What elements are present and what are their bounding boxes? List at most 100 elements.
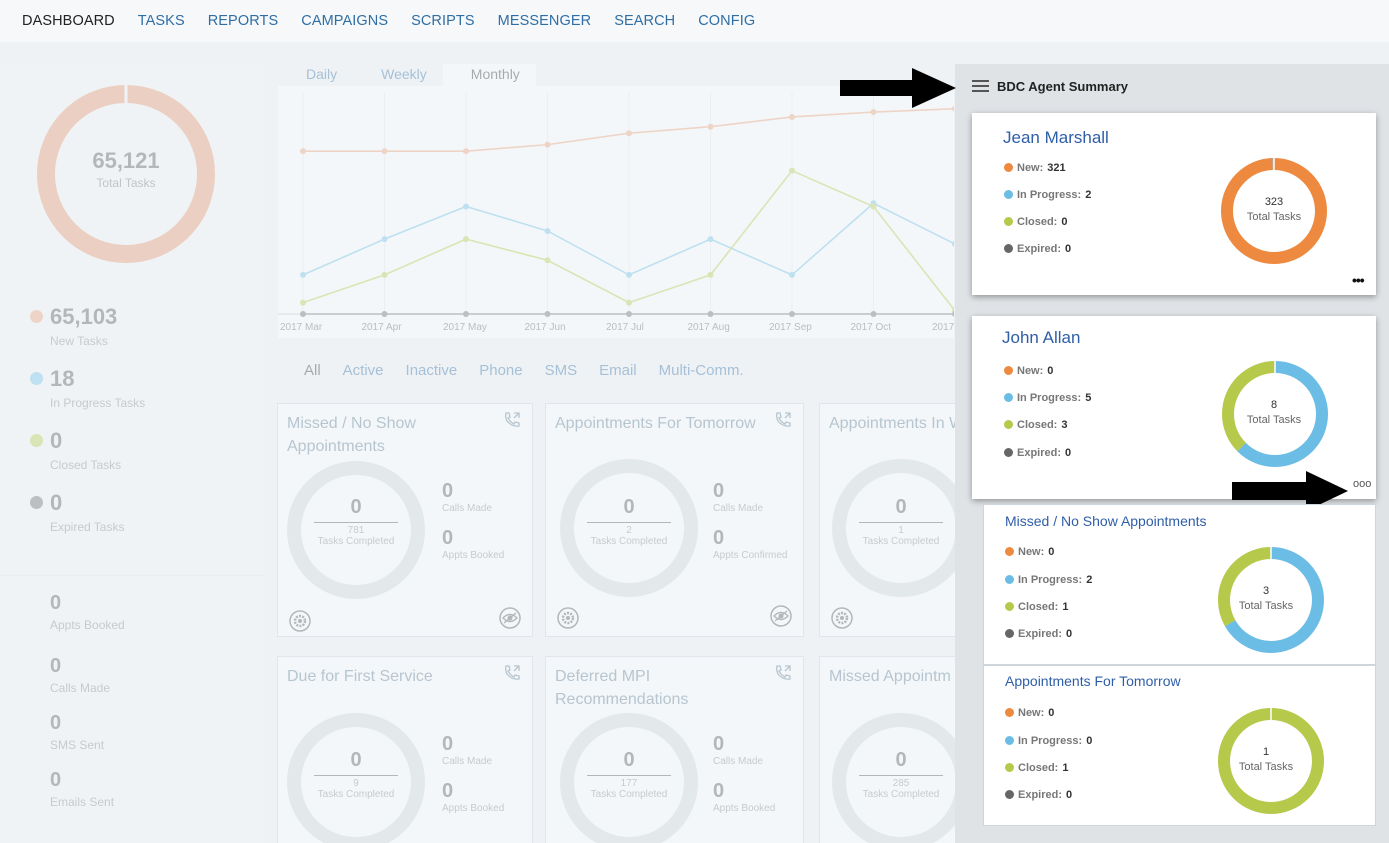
filter-inactive[interactable]: Inactive bbox=[406, 362, 458, 379]
stat-value: 0 bbox=[50, 712, 62, 734]
campaign-progress-row: In Progress: 0 bbox=[1005, 735, 1092, 747]
campaign-card[interactable]: Missed / No Show Appointments 0 781 Task… bbox=[277, 403, 533, 637]
card-title: Missed / No Show Appointments bbox=[287, 415, 416, 455]
donut-center: 8 Total Tasks bbox=[1219, 398, 1329, 428]
card-center: 0 9 Tasks Completed bbox=[314, 749, 398, 800]
filter-all[interactable]: All bbox=[304, 362, 321, 379]
card-completed-label: Tasks Completed bbox=[317, 536, 395, 547]
donut-label: Total Tasks bbox=[1238, 761, 1294, 773]
phone-icon[interactable] bbox=[502, 663, 522, 683]
card-total: 9 bbox=[353, 778, 359, 789]
nav-config[interactable]: CONFIG bbox=[698, 13, 755, 29]
stat-label: Calls Made bbox=[50, 681, 111, 695]
campaign-expired-row: Expired: 0 bbox=[1005, 789, 1072, 801]
filter-sms[interactable]: SMS bbox=[545, 362, 578, 379]
card-metric: 0 Appts Confirmed bbox=[713, 527, 788, 561]
total-tasks-value: 65,121 bbox=[92, 148, 160, 173]
donut-center: 3 Total Tasks bbox=[1211, 584, 1321, 614]
phone-icon[interactable] bbox=[502, 410, 522, 430]
nav-tasks[interactable]: TASKS bbox=[138, 13, 185, 29]
arrow-annotation-icon bbox=[840, 68, 956, 108]
phone-icon[interactable] bbox=[773, 410, 793, 430]
eye-icon[interactable] bbox=[498, 606, 522, 630]
nav-scripts[interactable]: SCRIPTS bbox=[411, 13, 475, 29]
data-point bbox=[870, 203, 877, 210]
card-value: 0 bbox=[895, 749, 907, 771]
campaign-card[interactable]: Due for First Service 0 9 Tasks Complete… bbox=[277, 656, 533, 843]
donut-label: Total Tasks bbox=[1238, 600, 1294, 612]
campaign-progress-row: In Progress: 2 bbox=[1005, 574, 1092, 586]
tab-weekly[interactable]: Weekly bbox=[353, 64, 443, 86]
eye-icon[interactable] bbox=[769, 604, 793, 628]
legend-dot bbox=[30, 372, 43, 385]
campaign-card[interactable]: Deferred MPI Recommendations 0 177 Tasks… bbox=[545, 656, 804, 843]
agent-name[interactable]: Jean Marshall bbox=[1003, 128, 1109, 148]
stat-emails-sent: 0 Emails Sent bbox=[50, 769, 114, 809]
trend-chart: 2017 Mar 2017 Apr 2017 May 2017 Jun 2017 Jul… bbox=[278, 86, 958, 338]
campaign-card[interactable]: Appointments In Weeks 0 1 Tasks Complete… bbox=[819, 403, 970, 637]
legend-dot bbox=[30, 310, 43, 323]
data-point bbox=[544, 141, 551, 148]
card-value: 0 bbox=[623, 496, 635, 518]
x-tick-label: 2017 Apr bbox=[361, 322, 402, 333]
data-point bbox=[544, 311, 551, 317]
more-options-icon[interactable]: ••• bbox=[1352, 272, 1365, 288]
card-title: Appointments For Tomorrow bbox=[555, 415, 756, 432]
x-tick-label: 2017 Mar bbox=[280, 322, 323, 333]
data-point bbox=[463, 148, 469, 155]
card-title: Appointments In Weeks bbox=[829, 415, 959, 432]
phone-icon[interactable] bbox=[773, 663, 793, 683]
data-point bbox=[381, 271, 388, 278]
data-point bbox=[789, 311, 795, 317]
filter-active[interactable]: Active bbox=[343, 362, 384, 379]
card-completed-label: Tasks Completed bbox=[862, 536, 940, 547]
card-metric: 0 Calls Made bbox=[713, 733, 764, 767]
hamburger-menu-icon[interactable] bbox=[972, 80, 989, 93]
campaign-card[interactable]: Appointments For Tomorrow 0 2 Tasks Comp… bbox=[545, 403, 804, 637]
card-metric: 0 Calls Made bbox=[713, 480, 764, 514]
agent-closed-row: Closed: 0 bbox=[1004, 216, 1067, 228]
gear-icon[interactable] bbox=[556, 606, 580, 630]
donut-label: Total Tasks bbox=[1246, 414, 1302, 426]
data-point bbox=[381, 311, 388, 317]
card-center: 0 177 Tasks Completed bbox=[587, 749, 671, 800]
nav-campaigns[interactable]: CAMPAIGNS bbox=[301, 13, 388, 29]
stat-label: Emails Sent bbox=[50, 795, 115, 809]
stat-label: Appts Booked bbox=[50, 618, 125, 632]
more-options-icon[interactable]: ooo bbox=[1353, 478, 1371, 490]
filter-multi-comm[interactable]: Multi-Comm. bbox=[659, 362, 744, 379]
card-title: Missed Appointm +40,000 Miles bbox=[829, 668, 959, 685]
agent-closed-row: Closed: 3 bbox=[1004, 419, 1067, 431]
x-tick-label: 2017 May bbox=[443, 322, 487, 333]
filter-phone[interactable]: Phone bbox=[479, 362, 522, 379]
stat-value: 0 bbox=[50, 769, 62, 791]
gear-icon[interactable] bbox=[288, 609, 312, 633]
stat-appts-booked: 0 Appts Booked bbox=[50, 592, 125, 632]
tab-monthly[interactable]: Monthly bbox=[442, 64, 536, 86]
nav-reports[interactable]: REPORTS bbox=[208, 13, 279, 29]
agent-expired-row: Expired: 0 bbox=[1004, 447, 1071, 459]
x-tick-label: 2017 Sep bbox=[769, 322, 812, 333]
total-tasks-label: Total Tasks bbox=[96, 176, 156, 190]
campaign-card[interactable]: Missed Appointm +40,000 Miles 0 285 Task… bbox=[819, 656, 970, 843]
stat-value: 0 bbox=[50, 592, 62, 614]
nav-messenger[interactable]: MESSENGER bbox=[498, 13, 592, 29]
x-tick-label: 2017 Jul bbox=[606, 322, 644, 333]
agent-new-row: New: 0 bbox=[1004, 365, 1053, 377]
data-point bbox=[870, 311, 877, 317]
agent-card[interactable]: Jean Marshall New: 321 In Progress: 2 Clos… bbox=[972, 113, 1376, 295]
agent-name[interactable]: John Allan bbox=[1002, 328, 1080, 348]
donut-label: Total Tasks bbox=[1246, 211, 1302, 223]
card-completed-label: Tasks Completed bbox=[862, 789, 940, 800]
tab-daily[interactable]: Daily bbox=[278, 64, 353, 86]
campaign-name[interactable]: Missed / No Show Appointments bbox=[1005, 513, 1207, 529]
nav-search[interactable]: SEARCH bbox=[614, 13, 675, 29]
campaign-name[interactable]: Appointments For Tomorrow bbox=[1005, 673, 1181, 689]
filter-email[interactable]: Email bbox=[599, 362, 637, 379]
card-total: 285 bbox=[892, 778, 910, 789]
agent-progress-row: In Progress: 5 bbox=[1004, 392, 1091, 404]
nav-dashboard[interactable]: DASHBOARD bbox=[22, 13, 115, 29]
period-tabs: Daily Weekly Monthly bbox=[278, 64, 536, 86]
legend-dot bbox=[30, 434, 43, 447]
gear-icon[interactable] bbox=[830, 606, 854, 630]
